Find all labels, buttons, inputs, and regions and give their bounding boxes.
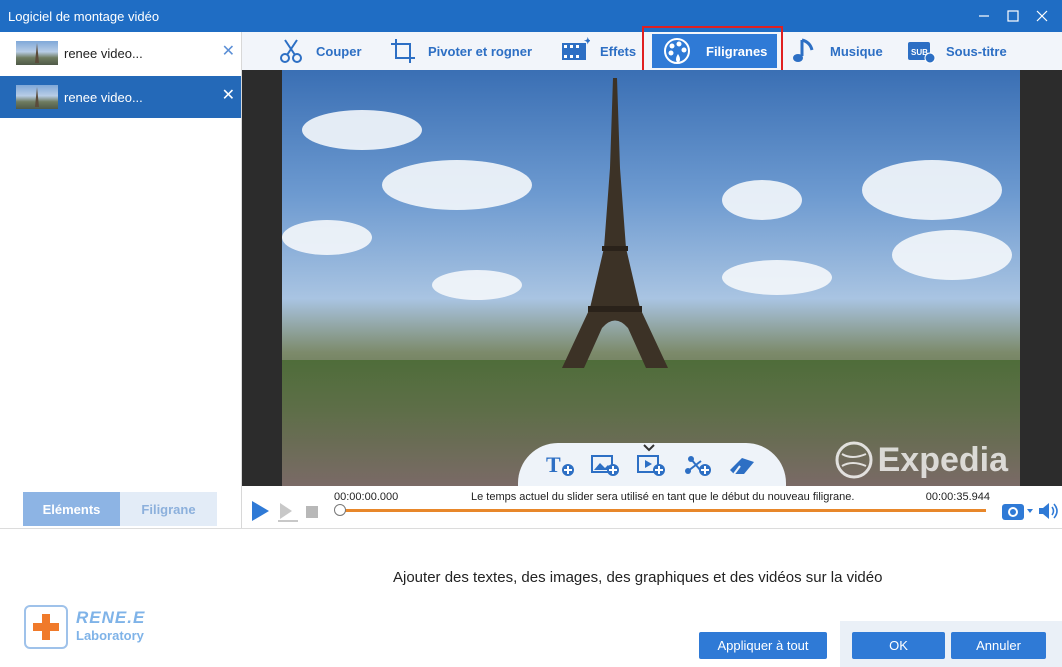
minimize-icon [979,15,989,17]
maximize-icon [1007,10,1019,22]
clip-thumbnail [16,41,58,65]
tool-effects[interactable]: ✦ Effets [560,32,636,70]
snapshot-camera-icon[interactable] [1001,500,1033,522]
scissors-icon [280,39,302,63]
clip-item[interactable]: renee video... ✕ [0,32,241,74]
tool-subtitle[interactable]: SUB Sous-titre [906,32,1007,70]
current-time: 00:00:00.000 [334,491,399,503]
tool-subtitle-label: Sous-titre [946,43,1007,59]
plus-cross-logo-icon [24,605,68,649]
tool-effects-label: Effets [600,43,637,59]
globe-icon [835,441,873,479]
cancel-button[interactable]: Annuler [951,632,1046,659]
timeline-hint: Le temps actuel du slider sera utilisé e… [471,491,855,503]
feature-description: Ajouter des textes, des images, des grap… [393,569,883,586]
video-frame: Expedia T [282,70,1020,486]
close-icon [1036,10,1048,22]
timeline-slider-handle[interactable] [334,504,346,516]
watermarks-highlight-box [642,26,783,76]
ok-button[interactable]: OK [852,632,945,659]
clip-label: renee video... [64,89,143,105]
total-time: 00:00:35.944 [925,491,990,503]
clip-list-panel: renee video... ✕ renee video... ✕ Elémen… [0,32,242,528]
chevron-down-icon[interactable] [643,444,655,452]
footer-panel: Ajouter des textes, des images, des grap… [0,528,1062,667]
clip-label: renee video... [64,45,143,61]
tab-watermark[interactable]: Filigrane [120,492,217,526]
tool-rotate-crop[interactable]: Pivoter et rogner [388,32,532,70]
next-frame-icon[interactable] [276,502,300,522]
apply-all-button[interactable]: Appliquer à tout [699,632,827,659]
eiffel-tower-image [562,78,668,368]
add-video-icon[interactable] [636,452,667,478]
play-icon[interactable] [250,500,270,522]
add-text-icon[interactable]: T [546,452,576,478]
remove-clip-icon[interactable]: ✕ [222,44,235,60]
add-image-icon[interactable] [591,452,621,478]
brand-name: RENE.E [76,608,146,627]
timeline-track[interactable] [340,509,986,512]
crop-icon [391,39,415,63]
tool-cut[interactable]: Couper [276,32,362,70]
timeline-bar: 00:00:00.000 Le temps actuel du slider s… [242,486,1062,528]
volume-icon[interactable] [1038,502,1058,520]
tab-elements[interactable]: Eléments [23,492,120,526]
tool-music-label: Musique [830,43,883,59]
brand-sub: Laboratory [76,628,144,643]
brand-logo: RENE.E Laboratory [24,605,145,649]
minimize-button[interactable] [972,4,996,28]
film-effects-icon: ✦ [562,36,590,60]
close-window-button[interactable] [1030,4,1054,28]
clip-thumbnail [16,85,58,109]
tool-cut-label: Couper [316,43,362,59]
stop-icon[interactable] [306,506,318,518]
svg-text:✦: ✦ [584,36,590,46]
title-bar: Logiciel de montage vidéo [0,0,1062,32]
maximize-button[interactable] [1001,4,1025,28]
clip-item-selected[interactable]: renee video... ✕ [0,76,241,118]
left-tabs: Eléments Filigrane [23,492,217,526]
svg-text:T: T [546,452,561,477]
add-graphic-icon[interactable] [683,452,713,478]
tool-rotate-crop-label: Pivoter et rogner [428,43,533,59]
watermark-overlay: Expedia [834,440,1008,480]
watermark-text: Expedia [877,440,1008,479]
window-title: Logiciel de montage vidéo [8,9,160,24]
remove-clip-icon[interactable]: ✕ [222,88,235,104]
video-preview: Expedia T [242,70,1062,486]
tool-music[interactable]: Musique [790,32,883,70]
eraser-icon[interactable] [728,452,758,478]
music-note-icon [793,38,814,62]
subtitle-icon: SUB [908,42,936,64]
